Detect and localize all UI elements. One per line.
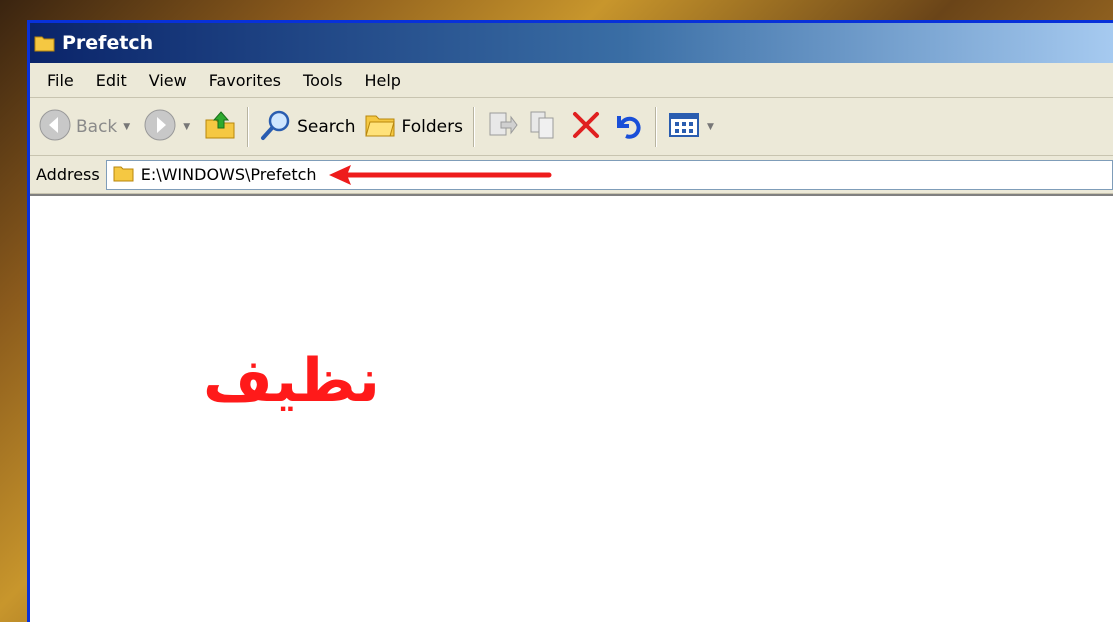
copy-to-button[interactable] bbox=[523, 105, 565, 149]
up-folder-icon bbox=[203, 108, 237, 146]
copy-to-icon bbox=[527, 108, 561, 146]
window-title: Prefetch bbox=[62, 32, 154, 54]
search-label: Search bbox=[297, 116, 356, 137]
folders-icon bbox=[364, 108, 398, 146]
standard-toolbar: Back ▼ ▼ Search Folders ▼ bbox=[30, 98, 1113, 156]
menu-bar: File Edit View Favorites Tools Help bbox=[30, 63, 1113, 98]
delete-icon bbox=[569, 108, 603, 146]
views-button[interactable]: ▼ bbox=[663, 105, 723, 149]
menu-file[interactable]: File bbox=[36, 67, 85, 94]
folders-label: Folders bbox=[401, 116, 463, 137]
back-icon bbox=[38, 108, 72, 146]
folder-icon bbox=[113, 164, 135, 186]
forward-button[interactable]: ▼ bbox=[139, 105, 199, 149]
folders-button[interactable]: Folders bbox=[360, 105, 467, 149]
menu-tools[interactable]: Tools bbox=[292, 67, 353, 94]
toolbar-separator bbox=[654, 106, 657, 147]
menu-favorites[interactable]: Favorites bbox=[198, 67, 292, 94]
annotation-text: نظيف bbox=[203, 346, 380, 416]
address-label: Address bbox=[36, 165, 100, 184]
toolbar-separator bbox=[472, 106, 475, 147]
search-button[interactable]: Search bbox=[255, 105, 359, 149]
forward-dropdown-icon[interactable]: ▼ bbox=[183, 122, 190, 132]
address-value: E:\WINDOWS\Prefetch bbox=[140, 165, 317, 184]
red-arrow-annotation bbox=[327, 163, 557, 187]
undo-icon bbox=[611, 108, 645, 146]
move-to-icon bbox=[485, 108, 519, 146]
views-icon bbox=[667, 108, 701, 146]
views-dropdown-icon[interactable]: ▼ bbox=[707, 122, 714, 132]
back-dropdown-icon[interactable]: ▼ bbox=[123, 122, 130, 132]
explorer-window: Prefetch File Edit View Favorites Tools … bbox=[27, 20, 1113, 622]
address-bar: Address E:\WINDOWS\Prefetch bbox=[30, 156, 1113, 194]
undo-button[interactable] bbox=[607, 105, 649, 149]
delete-button[interactable] bbox=[565, 105, 607, 149]
back-button[interactable]: Back ▼ bbox=[34, 105, 139, 149]
folder-icon bbox=[34, 33, 58, 53]
menu-help[interactable]: Help bbox=[353, 67, 411, 94]
search-icon bbox=[259, 108, 293, 146]
address-input[interactable]: E:\WINDOWS\Prefetch bbox=[105, 159, 1113, 190]
up-button[interactable] bbox=[199, 105, 241, 149]
title-bar[interactable]: Prefetch bbox=[30, 23, 1113, 63]
menu-edit[interactable]: Edit bbox=[85, 67, 138, 94]
toolbar-separator bbox=[247, 106, 250, 147]
menu-view[interactable]: View bbox=[138, 67, 198, 94]
move-to-button[interactable] bbox=[481, 105, 523, 149]
forward-icon bbox=[143, 108, 177, 146]
file-list-pane[interactable]: نظيف bbox=[30, 194, 1113, 622]
back-label: Back bbox=[76, 116, 118, 137]
